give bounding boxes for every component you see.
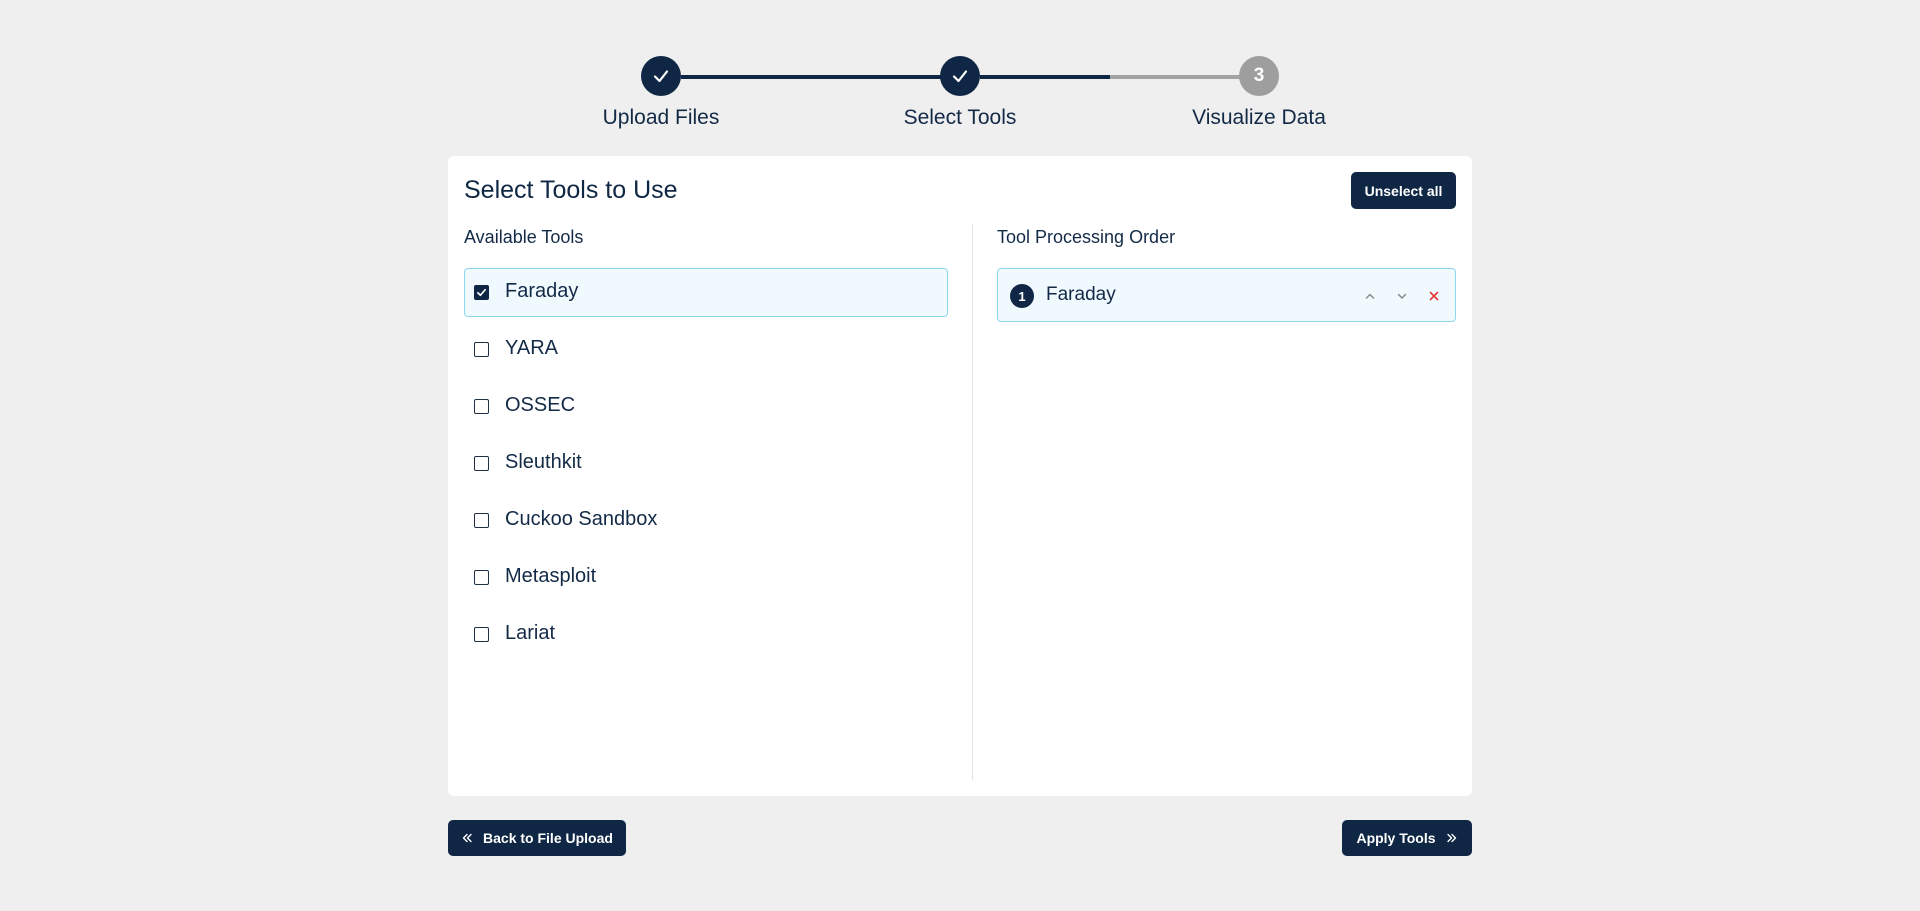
step-connector-2-pending xyxy=(1110,75,1259,79)
apply-tools-button[interactable]: Apply Tools xyxy=(1342,820,1472,856)
tool-name: Lariat xyxy=(505,622,556,644)
page-title: Select Tools to Use xyxy=(464,176,678,204)
tool-item-yara[interactable]: YARA xyxy=(464,325,948,374)
checkbox-sleuthkit[interactable] xyxy=(474,456,489,471)
order-item-name: Faraday xyxy=(1046,284,1116,305)
available-tools-list: Faraday YARA OSSEC Sleuthkit Cuckoo Sand… xyxy=(464,268,948,667)
step-3-indicator: 3 xyxy=(1239,56,1279,96)
check-icon xyxy=(653,70,669,83)
chevron-up-icon xyxy=(1365,293,1375,299)
tool-item-cuckoo-sandbox[interactable]: Cuckoo Sandbox xyxy=(464,496,948,545)
progress-stepper: 3 Upload Files Select Tools Visualize Da… xyxy=(0,0,1920,140)
chevron-down-icon xyxy=(1397,293,1407,299)
checkbox-lariat[interactable] xyxy=(474,627,489,642)
tool-name: Metasploit xyxy=(505,565,597,587)
order-number-badge: 1 xyxy=(1010,284,1034,308)
back-to-file-upload-button[interactable]: Back to File Upload xyxy=(448,820,626,856)
unselect-all-button[interactable]: Unselect all xyxy=(1351,172,1456,209)
tool-name: OSSEC xyxy=(505,394,576,416)
checkbox-ossec[interactable] xyxy=(474,399,489,414)
processing-order-list: 1 Faraday xyxy=(997,268,1456,322)
checkbox-metasploit[interactable] xyxy=(474,570,489,585)
step-2-indicator xyxy=(940,56,980,96)
tool-selection-card: Select Tools to Use Unselect all Availab… xyxy=(448,156,1472,796)
tool-name: Sleuthkit xyxy=(505,451,582,473)
apply-button-label: Apply Tools xyxy=(1356,830,1436,846)
processing-order-heading: Tool Processing Order xyxy=(997,227,1176,247)
step-2-label: Select Tools xyxy=(903,106,1017,129)
step-3-label: Visualize Data xyxy=(1192,106,1326,129)
check-icon xyxy=(952,70,968,83)
tool-item-faraday[interactable]: Faraday xyxy=(464,268,948,317)
step-1-indicator xyxy=(641,56,681,96)
column-divider xyxy=(972,224,973,780)
step-1-label: Upload Files xyxy=(602,106,720,129)
close-icon xyxy=(1429,291,1439,301)
available-tools-heading: Available Tools xyxy=(464,227,584,247)
step-connector-1 xyxy=(681,75,960,79)
tool-item-sleuthkit[interactable]: Sleuthkit xyxy=(464,439,948,488)
move-up-button[interactable] xyxy=(1360,286,1380,306)
tool-item-ossec[interactable]: OSSEC xyxy=(464,382,948,431)
double-chevron-right-icon xyxy=(1446,833,1456,843)
step-connector-2-completed xyxy=(980,75,1110,79)
checkbox-faraday[interactable] xyxy=(474,285,489,300)
order-item-faraday: 1 Faraday xyxy=(997,268,1456,322)
tool-item-metasploit[interactable]: Metasploit xyxy=(464,553,948,602)
tool-name: YARA xyxy=(505,337,558,359)
remove-tool-button[interactable] xyxy=(1424,286,1444,306)
tool-name: Cuckoo Sandbox xyxy=(505,508,658,530)
checkbox-cuckoo-sandbox[interactable] xyxy=(474,513,489,528)
back-button-label: Back to File Upload xyxy=(483,830,613,846)
move-down-button[interactable] xyxy=(1392,286,1412,306)
tool-name: Faraday xyxy=(505,280,579,302)
tool-item-lariat[interactable]: Lariat xyxy=(464,610,948,659)
double-chevron-left-icon xyxy=(462,833,472,843)
step-3-number: 3 xyxy=(1253,65,1265,86)
checkmark-icon xyxy=(477,288,486,297)
checkbox-yara[interactable] xyxy=(474,342,489,357)
